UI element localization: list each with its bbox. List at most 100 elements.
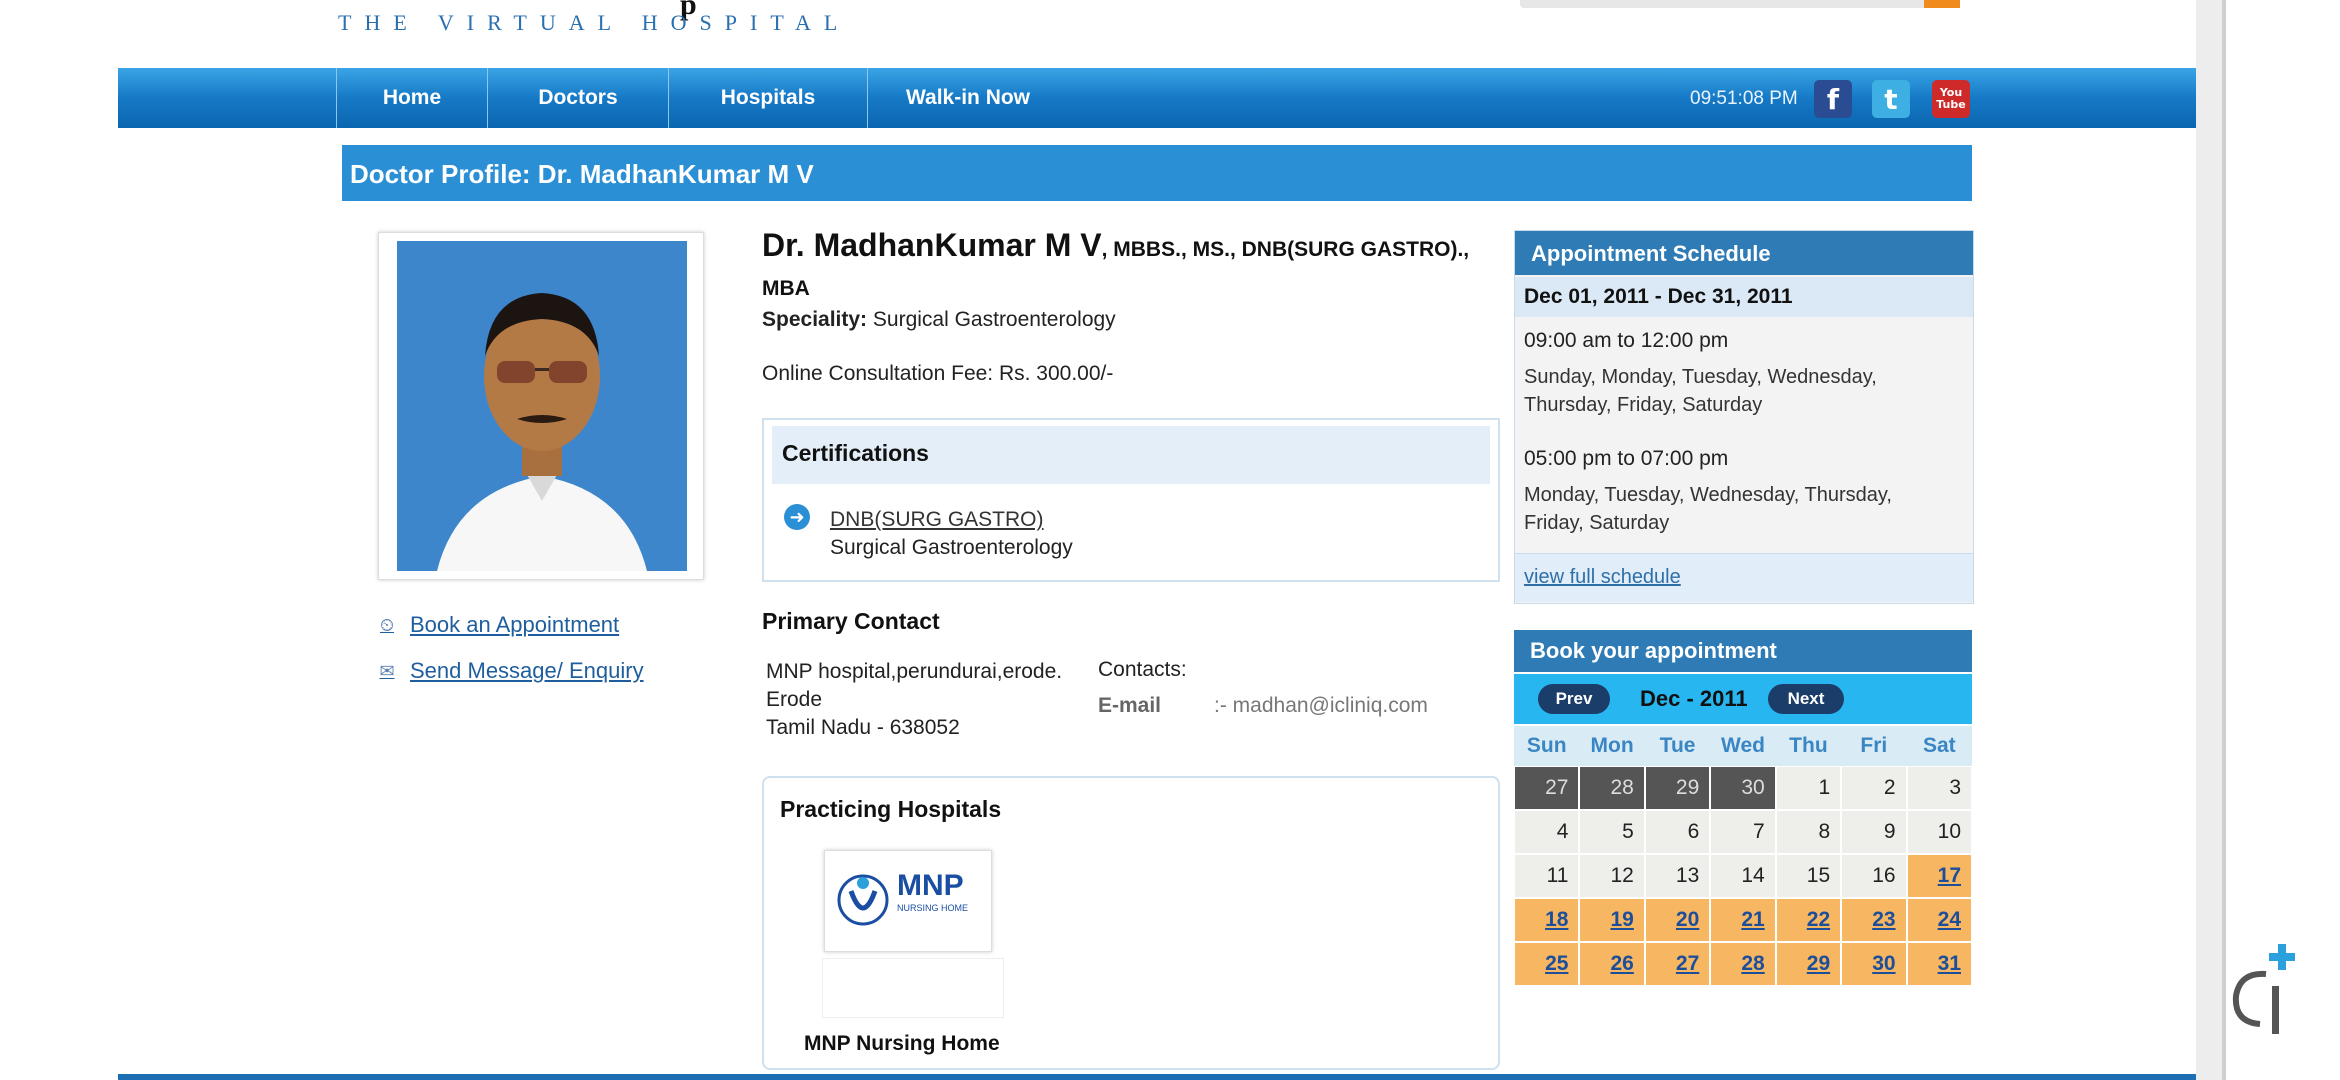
appointment-clock-icon: ⏲ bbox=[379, 614, 395, 635]
calendar-weekday-header: Sun bbox=[1514, 726, 1580, 766]
speciality-label: Speciality: bbox=[762, 308, 868, 331]
calendar-day: 30 bbox=[1710, 766, 1776, 810]
next-month-button[interactable]: Next bbox=[1768, 684, 1844, 714]
certifications-title: Certifications bbox=[782, 440, 929, 466]
speciality-row: Speciality: Surgical Gastroenterology bbox=[762, 308, 1116, 332]
calendar-day: 2 bbox=[1841, 766, 1907, 810]
send-message-link[interactable]: ✉ Send Message/ Enquiry bbox=[374, 658, 644, 684]
contacts-label: Contacts: bbox=[1098, 658, 1187, 681]
booking-header: Book your appointment bbox=[1514, 630, 1972, 672]
calendar-day: 9 bbox=[1841, 810, 1907, 854]
calendar-day: 11 bbox=[1514, 854, 1580, 898]
doctor-photo bbox=[397, 241, 687, 571]
hospital-logo-text: MNP bbox=[897, 869, 964, 902]
calendar-day-available[interactable]: 28 bbox=[1710, 942, 1776, 986]
calendar-day-available[interactable]: 19 bbox=[1579, 898, 1645, 942]
address-line-1: MNP hospital,perundurai,erode. bbox=[766, 660, 1063, 683]
calendar-day-available[interactable]: 31 bbox=[1906, 942, 1972, 986]
calendar-day: 6 bbox=[1644, 810, 1711, 854]
envelope-icon: ✉ bbox=[379, 660, 395, 681]
doctor-name: Dr. MadhanKumar M V bbox=[762, 227, 1102, 263]
certification-link[interactable]: DNB(SURG GASTRO) bbox=[830, 508, 1044, 532]
top-search-bar[interactable] bbox=[1520, 0, 1960, 8]
nav-doctors[interactable]: Doctors bbox=[487, 68, 668, 128]
main-nav-bar: Home Doctors Hospitals Walk-in Now 09:51… bbox=[118, 68, 2196, 128]
view-full-schedule-link[interactable]: view full schedule bbox=[1524, 566, 1681, 589]
hospital-logo[interactable]: MNP NURSING HOME bbox=[824, 850, 992, 952]
calendar-grid: Sun Mon Tue Wed Thu Fri Sat 27 28 29 30 1 2 3 4 5 6 7 8 9 10… bbox=[1514, 726, 1972, 986]
page-scrollbar-strip[interactable] bbox=[2196, 0, 2226, 1080]
arrow-right-circle-icon: ➜ bbox=[784, 504, 810, 530]
send-message-label[interactable]: Send Message/ Enquiry bbox=[410, 658, 644, 684]
certifications-header: Certifications bbox=[772, 426, 1490, 484]
calendar-day: 4 bbox=[1514, 810, 1580, 854]
calendar-day: 15 bbox=[1775, 854, 1842, 898]
calendar-day: 3 bbox=[1906, 766, 1972, 810]
nav-hospitals[interactable]: Hospitals bbox=[668, 68, 867, 128]
calendar-day-available[interactable]: 24 bbox=[1906, 898, 1972, 942]
hospital-name[interactable]: MNP Nursing Home bbox=[804, 1032, 1000, 1056]
calendar-day-available[interactable]: 21 bbox=[1710, 898, 1776, 942]
calendar-weekday-header: Thu bbox=[1775, 726, 1842, 766]
youtube-icon[interactable]: You Tube bbox=[1932, 80, 1970, 118]
schedule-range-bar: Dec 01, 2011 - Dec 31, 2011 bbox=[1515, 277, 1973, 317]
booking-title: Book your appointment bbox=[1530, 638, 1777, 663]
calendar-day: 1 bbox=[1775, 766, 1842, 810]
facebook-icon[interactable]: f bbox=[1814, 80, 1852, 118]
address-line-3: Tamil Nadu - 638052 bbox=[766, 716, 960, 739]
calendar-day: 16 bbox=[1841, 854, 1907, 898]
nav-home[interactable]: Home bbox=[336, 68, 487, 128]
calendar-day: 13 bbox=[1644, 854, 1711, 898]
doctor-portrait-image bbox=[397, 241, 687, 571]
calendar-weekday-header: Wed bbox=[1710, 726, 1776, 766]
calendar-weekday-header: Sat bbox=[1906, 726, 1972, 766]
doctor-name-heading: Dr. MadhanKumar M V, MBBS., MS., DNB(SUR… bbox=[762, 228, 1502, 306]
calendar-day: 12 bbox=[1579, 854, 1645, 898]
book-appointment-link[interactable]: ⏲ Book an Appointment bbox=[374, 612, 619, 638]
calendar-nav: Prev Dec - 2011 Next bbox=[1514, 674, 1972, 724]
doctor-photo-frame bbox=[378, 232, 704, 580]
email-label: E-mail bbox=[1098, 694, 1162, 717]
calendar-day-available[interactable]: 17 bbox=[1906, 854, 1972, 898]
calendar-month-label: Dec - 2011 bbox=[1640, 686, 1748, 711]
book-appointment-label[interactable]: Book an Appointment bbox=[410, 612, 619, 638]
speciality-value: Surgical Gastroenterology bbox=[872, 308, 1116, 331]
youtube-label-tube: Tube bbox=[1936, 98, 1966, 111]
calendar-day-available[interactable]: 25 bbox=[1514, 942, 1580, 986]
calendar-day-available[interactable]: 23 bbox=[1841, 898, 1907, 942]
profile-title-bar: Doctor Profile: Dr. MadhanKumar M V bbox=[342, 145, 1972, 201]
calendar-day-available[interactable]: 22 bbox=[1775, 898, 1842, 942]
calendar-day-available[interactable]: 26 bbox=[1579, 942, 1645, 986]
calendar-day-available[interactable]: 29 bbox=[1775, 942, 1842, 986]
prev-month-button[interactable]: Prev bbox=[1538, 684, 1610, 714]
search-button[interactable] bbox=[1924, 0, 1960, 8]
schedule-slot-days-1: Sunday, Monday, Tuesday, Wednesday, Thur… bbox=[1524, 366, 1877, 416]
consultation-fee: Online Consultation Fee: Rs. 300.00/- bbox=[762, 362, 1114, 385]
calendar-weekday-header: Tue bbox=[1644, 726, 1711, 766]
practicing-hospitals-title: Practicing Hospitals bbox=[780, 796, 1002, 822]
footer-bar bbox=[118, 1074, 2196, 1080]
nav-walk-in-now[interactable]: Walk-in Now bbox=[867, 68, 1068, 128]
calendar-day-available[interactable]: 20 bbox=[1644, 898, 1711, 942]
calendar-day-available[interactable]: 30 bbox=[1841, 942, 1907, 986]
schedule-slot-time-1: 09:00 am to 12:00 pm bbox=[1524, 329, 1729, 352]
search-input[interactable] bbox=[1520, 0, 1930, 8]
calendar-day-available[interactable]: 18 bbox=[1514, 898, 1580, 942]
address-line-2: Erode bbox=[766, 688, 823, 711]
twitter-icon[interactable]: t bbox=[1872, 80, 1910, 118]
calendar-day: 14 bbox=[1710, 854, 1776, 898]
address-block: MNP hospital,perundurai,erode. Erode Tam… bbox=[766, 658, 1062, 742]
hospital-logo-subtext: NURSING HOME bbox=[897, 903, 969, 913]
schedule-date-range: Dec 01, 2011 - Dec 31, 2011 bbox=[1524, 285, 1793, 308]
certifications-panel: Certifications ➜ DNB(SURG GASTRO) Surgic… bbox=[762, 418, 1500, 582]
calendar-day-available[interactable]: 27 bbox=[1644, 942, 1711, 986]
hospital-logo-shadow-box bbox=[822, 958, 1004, 1018]
page-title: Doctor Profile: Dr. MadhanKumar M V bbox=[350, 159, 814, 189]
calendar-day: 8 bbox=[1775, 810, 1842, 854]
certification-field: Surgical Gastroenterology bbox=[830, 536, 1073, 559]
nav-menu: Home Doctors Hospitals Walk-in Now bbox=[336, 68, 1068, 128]
schedule-slot-time-2: 05:00 pm to 07:00 pm bbox=[1524, 447, 1729, 470]
hospital-logo-figure-icon bbox=[837, 874, 889, 926]
site-tagline: THE VIRTUAL HOSPITAL bbox=[338, 10, 851, 35]
primary-contact-title: Primary Contact bbox=[762, 608, 940, 634]
